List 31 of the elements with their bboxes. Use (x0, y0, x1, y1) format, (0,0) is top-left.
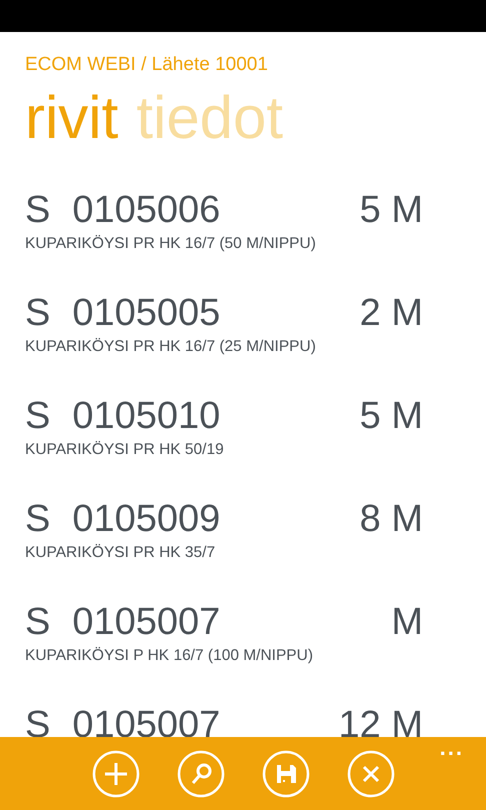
item-prefix: S (25, 703, 50, 747)
item-description: KUPARIKÖYSI PR HK 16/7 (25 M/NIPPU) (25, 337, 317, 357)
close-icon[interactable] (346, 750, 394, 798)
item-quantity: 12 M (338, 703, 423, 747)
item-quantity: 5 M (360, 188, 423, 232)
app-title: ECOM WEBI / Lähete 10001 (25, 53, 269, 77)
item-code: 0105010 (72, 394, 220, 438)
item-prefix: S (25, 600, 50, 644)
item-description: KUPARIKÖYSI P HK 16/7 (100 M/NIPPU) (25, 646, 314, 666)
pivot-header[interactable]: rivit (25, 82, 118, 154)
item-prefix: S (25, 291, 50, 335)
item-prefix: S (25, 497, 50, 541)
item-quantity: 8 M (360, 497, 423, 541)
item-description: KUPARIKÖYSI PR HK 16/7 (50 M/NIPPU) (25, 234, 317, 254)
item-quantity: 5 M (360, 394, 423, 438)
item-description: KUPARIKÖYSI PR HK 35/7 (25, 543, 216, 563)
item-quantity: 2 M (360, 291, 423, 335)
item-code: 0105005 (72, 291, 220, 335)
item-description: KUPARIKÖYSI PR HK 50/19 (25, 440, 225, 460)
item-code: 0105007 (72, 703, 220, 747)
item-quantity: M (391, 600, 423, 644)
floppy-disk-icon[interactable] (262, 750, 310, 798)
item-prefix: S (25, 394, 50, 438)
item-code: 0105006 (72, 188, 220, 232)
item-code: 0105009 (72, 497, 220, 541)
item-code: 0105007 (72, 600, 220, 644)
item-prefix: S (25, 188, 50, 232)
pivot-header[interactable]: tiedot (136, 82, 284, 154)
plus-icon[interactable] (92, 750, 140, 798)
search-icon[interactable] (176, 750, 224, 798)
more-button[interactable]: ... (440, 737, 464, 759)
